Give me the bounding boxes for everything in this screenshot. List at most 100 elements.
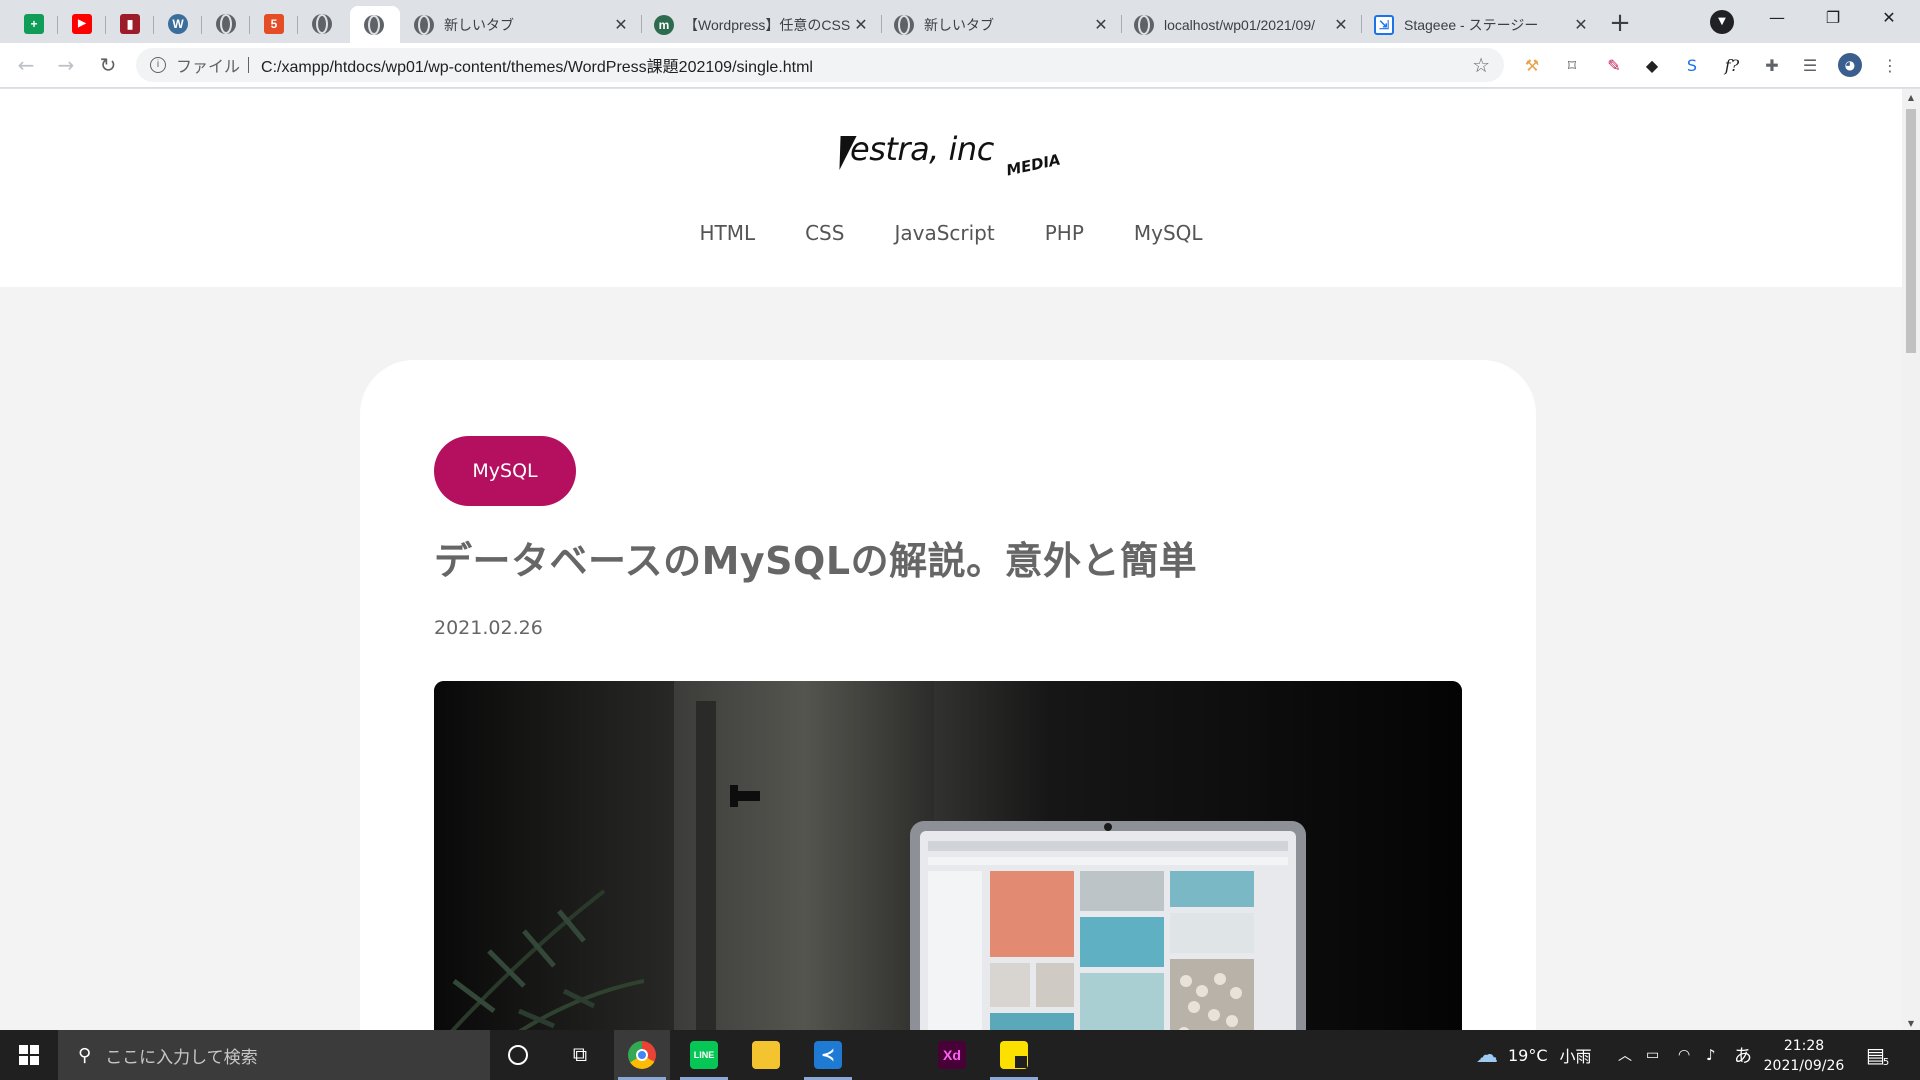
pinned-tab[interactable] (298, 7, 346, 40)
address-bar[interactable]: i ファイル C:/xampp/htdocs/wp01/wp-content/t… (136, 48, 1504, 82)
tab-title: Stageee - ステージー (1404, 16, 1539, 33)
pinned-tab[interactable] (202, 7, 250, 40)
address-url[interactable]: C:/xampp/htdocs/wp01/wp-content/themes/W… (261, 53, 813, 77)
taskbar-search-box[interactable]: ⚲ ここに入力して検索 (58, 1030, 490, 1080)
windows-taskbar: ⚲ ここに入力して検索 ⧉ LINE ≺ Xd ☁ 19°C 小雨 ︿ ▭ ◠ … (0, 1030, 1920, 1080)
extension-stamp-icon[interactable]: ◆ (1640, 53, 1664, 77)
post-date: 2021.02.26 (434, 617, 543, 639)
tab-title: localhost/wp01/2021/09/ (1164, 16, 1315, 33)
nav-item-html[interactable]: HTML (674, 221, 780, 245)
nav-item-mysql[interactable]: MySQL (1109, 221, 1228, 245)
vscode-icon: ≺ (814, 1041, 842, 1069)
taskbar-line[interactable]: LINE (676, 1030, 732, 1080)
category-badge[interactable]: MySQL (434, 436, 576, 506)
nav-item-javascript[interactable]: JavaScript (869, 221, 1019, 245)
extension-s-icon[interactable]: S (1680, 53, 1704, 77)
line-icon: LINE (690, 1041, 718, 1069)
tab-localhost[interactable]: localhost/wp01/2021/09/ ✕ (1122, 6, 1362, 43)
globe-icon (364, 14, 384, 35)
battery-icon[interactable]: ▭ (1646, 1030, 1659, 1080)
task-view-icon: ⧉ (572, 1043, 588, 1066)
page-scrollbar[interactable]: ▲ ▼ (1902, 89, 1920, 1030)
taskbar-chrome[interactable] (614, 1030, 670, 1080)
page-viewport: estra, inc MEDIA HTML CSS JavaScript PHP… (0, 89, 1902, 1030)
weather-text: 小雨 (1559, 1047, 1592, 1066)
tab-wordpress-css[interactable]: m 【Wordpress】任意のCSSフ ✕ (642, 6, 882, 43)
bookmark-ribbon-icon[interactable]: ⌑ (1560, 53, 1584, 77)
close-icon[interactable]: ✕ (1572, 15, 1590, 35)
logo-subtext: MEDIA (1004, 150, 1063, 180)
nav-item-css[interactable]: CSS (780, 221, 869, 245)
pinned-tab[interactable]: 5 (250, 7, 298, 40)
wordpress-icon: W (168, 13, 188, 34)
minimize-button[interactable]: — (1754, 0, 1800, 36)
tab-title: 新しいタブ (444, 16, 514, 33)
cortana-button[interactable] (490, 1030, 546, 1080)
search-icon: ⚲ (78, 1044, 92, 1066)
extension-eyedropper-icon[interactable]: ✎ (1602, 53, 1626, 77)
tab-stageee[interactable]: ⇲ Stageee - ステージー ✕ (1362, 6, 1602, 43)
scroll-up-arrow-icon[interactable]: ▲ (1906, 93, 1916, 102)
site-logo[interactable]: estra, inc MEDIA (831, 126, 1066, 186)
info-icon[interactable]: i (150, 57, 166, 73)
scrollbar-thumb[interactable] (1906, 109, 1916, 353)
volume-icon[interactable]: ♪ (1706, 1030, 1716, 1080)
sticky-notes-icon (1000, 1041, 1028, 1069)
globe-icon (1134, 14, 1154, 35)
scroll-down-arrow-icon[interactable]: ▼ (1906, 1019, 1916, 1028)
restore-button[interactable]: ❐ (1810, 0, 1856, 36)
file-explorer-icon (752, 1041, 780, 1069)
puzzle-icon[interactable]: ✚ (1760, 53, 1784, 77)
task-view-button[interactable]: ⧉ (552, 1030, 608, 1080)
taskbar-adobe-xd[interactable]: Xd (924, 1030, 980, 1080)
kebab-menu-icon[interactable]: ⋮ (1878, 53, 1902, 77)
tab-search-button[interactable]: ▼ (1710, 10, 1734, 34)
taskbar-sticky-notes[interactable] (986, 1030, 1042, 1080)
forward-arrow-icon[interactable]: → (52, 51, 80, 79)
address-scheme: ファイル (176, 59, 241, 76)
pinned-tab[interactable]: W (154, 7, 202, 40)
wifi-icon[interactable]: ◠ (1678, 1030, 1690, 1080)
nav-item-php[interactable]: PHP (1020, 221, 1109, 245)
bookmark-star-icon[interactable]: ☆ (1472, 53, 1490, 78)
taskbar-search-placeholder: ここに入力して検索 (105, 1047, 258, 1068)
ime-indicator[interactable]: あ (1734, 1030, 1752, 1080)
clock-time: 21:28 (1783, 1038, 1825, 1054)
close-icon[interactable]: ✕ (1332, 15, 1350, 35)
weather-widget[interactable]: ☁ 19°C 小雨 (1476, 1030, 1592, 1080)
adobe-xd-icon: Xd (938, 1041, 966, 1069)
new-tab-button[interactable]: + (1606, 10, 1634, 38)
extension-hammer-icon[interactable]: ⚒ (1520, 53, 1544, 77)
close-icon[interactable]: ✕ (612, 15, 630, 35)
tab-active[interactable] (350, 6, 400, 43)
pinned-tab[interactable]: + (10, 7, 58, 40)
close-icon[interactable]: ✕ (1092, 15, 1110, 35)
tab-strip: + ▶ ▮ W 5 新しいタブ ✕ m 【Wordpress】任意のCSSフ ✕… (0, 0, 1920, 43)
action-center-button[interactable]: ▤ 5 (1866, 1030, 1889, 1080)
pinned-tab[interactable]: ▶ (58, 7, 106, 40)
browser-toolbar: ← → ↻ i ファイル C:/xampp/htdocs/wp01/wp-con… (0, 43, 1920, 88)
window-close-button[interactable]: ✕ (1866, 0, 1912, 36)
pinned-tab[interactable]: ▮ (106, 7, 154, 40)
back-arrow-icon[interactable]: ← (12, 51, 40, 79)
logo-text: estra, inc (850, 130, 994, 168)
tray-overflow-chevron-icon[interactable]: ︿ (1618, 1030, 1632, 1080)
book-app-icon: ▮ (120, 13, 140, 34)
cortana-icon (508, 1045, 528, 1065)
site-header: estra, inc MEDIA HTML CSS JavaScript PHP… (0, 89, 1902, 287)
tab-new-tab[interactable]: 新しいタブ ✕ (402, 6, 642, 43)
taskbar-clock[interactable]: 21:28 2021/09/26 (1756, 1036, 1852, 1076)
close-icon[interactable]: ✕ (852, 15, 870, 35)
reading-list-icon[interactable]: ☰ (1798, 53, 1822, 77)
taskbar-vscode[interactable]: ≺ (800, 1030, 856, 1080)
tab-new-tab-2[interactable]: 新しいタブ ✕ (882, 6, 1122, 43)
weather-temp: 19°C (1508, 1045, 1548, 1065)
taskbar-file-explorer[interactable] (738, 1030, 794, 1080)
tab-title: 新しいタブ (924, 16, 994, 33)
extension-font-icon[interactable]: f? (1720, 53, 1744, 77)
hero-photo (434, 681, 1462, 1030)
start-button[interactable] (0, 1030, 58, 1080)
reload-icon[interactable]: ↻ (94, 51, 122, 79)
google-sheets-icon: + (24, 13, 44, 34)
avatar[interactable]: ◕ (1838, 53, 1862, 77)
